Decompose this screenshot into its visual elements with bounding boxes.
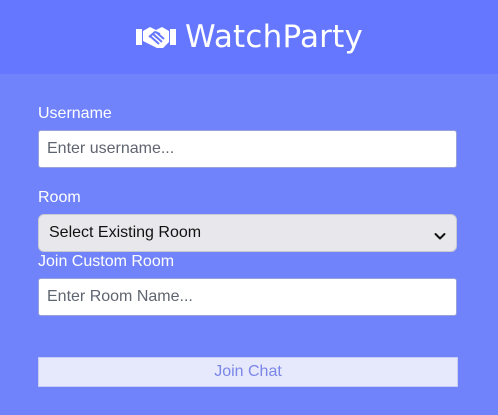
app-title: WatchParty: [184, 19, 364, 55]
handshake-icon: [135, 24, 177, 50]
username-input[interactable]: [38, 130, 457, 168]
brand: WatchParty: [135, 19, 363, 55]
username-label: Username: [38, 105, 112, 122]
room-select[interactable]: Select Existing Room: [38, 214, 457, 252]
app-header: WatchParty: [0, 0, 498, 74]
custom-room-input[interactable]: [38, 278, 457, 316]
chevron-down-icon: [434, 228, 446, 240]
room-select-value: Select Existing Room: [49, 224, 202, 241]
room-label: Room: [38, 189, 81, 206]
join-chat-button[interactable]: Join Chat: [38, 357, 458, 387]
custom-room-label: Join Custom Room: [38, 253, 175, 270]
